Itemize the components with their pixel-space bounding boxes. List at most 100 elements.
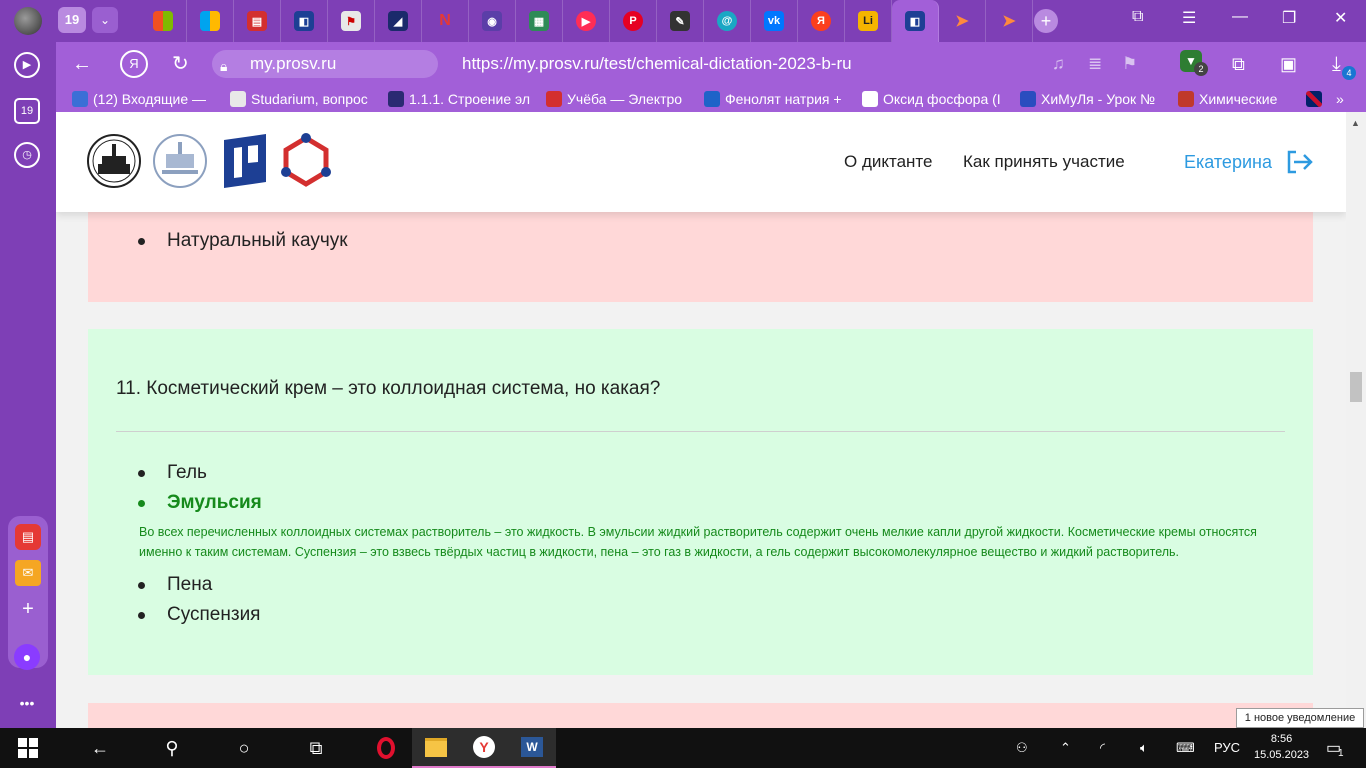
bookmark-item[interactable]: ХиМуЛя - Урок №	[1020, 90, 1162, 108]
tab-plane[interactable]: ➤	[939, 0, 986, 42]
extension-icon[interactable]: ▣	[1280, 52, 1297, 76]
scrollbar-thumb[interactable]	[1350, 372, 1362, 402]
bookmark-item[interactable]: Учёба — Электро	[546, 90, 690, 108]
wifi-icon[interactable]: ◜	[1100, 740, 1105, 756]
scroll-up-icon[interactable]: ▲	[1351, 118, 1360, 128]
download-icon[interactable]: ⤓	[1332, 52, 1341, 76]
explorer-icon[interactable]	[412, 728, 460, 768]
uk-flag-icon[interactable]	[1306, 90, 1324, 108]
nav-how-to-participate[interactable]: Как принять участие	[963, 152, 1125, 172]
search-icon[interactable]: ⚲	[148, 728, 196, 768]
bookmark-icon[interactable]: ⚑	[1122, 52, 1137, 76]
minimize-button[interactable]: —	[1232, 8, 1248, 26]
lesson-icon	[1020, 91, 1036, 107]
tab-prosv-active[interactable]: ◧	[892, 0, 939, 42]
answer-option: Суспензия	[167, 604, 261, 625]
lock-icon[interactable]: 🔒︎	[220, 54, 227, 78]
question-text: 11. Косметический крем – это коллоидная …	[116, 378, 661, 399]
chem-icon	[704, 91, 720, 107]
menu-icon[interactable]: ☰	[1182, 8, 1196, 28]
tab-vk[interactable]: vk	[751, 0, 798, 42]
history-icon[interactable]: ◷	[14, 142, 40, 168]
tab-swoosh[interactable]: ◢	[375, 0, 422, 42]
restore-button[interactable]: ❐	[1282, 8, 1296, 28]
user-name[interactable]: Екатерина	[1184, 152, 1272, 173]
opera-icon[interactable]	[362, 728, 410, 768]
tab-li[interactable]: Li	[845, 0, 892, 42]
alice-icon[interactable]: ●	[14, 644, 40, 670]
chemistry-faculty-logo	[153, 134, 207, 188]
input-language[interactable]: РУС	[1214, 740, 1240, 755]
reader-icon[interactable]: ≣	[1088, 52, 1102, 76]
keyboard-icon[interactable]: ⌨	[1176, 740, 1195, 756]
answer-option: Гель	[167, 462, 207, 483]
bookmark-item[interactable]: 1.1.1. Строение эл	[388, 90, 534, 108]
add-panel-icon[interactable]: +	[15, 596, 41, 622]
answer-option: Натуральный каучук	[167, 230, 348, 251]
tab-prosv[interactable]: ◧	[281, 0, 328, 42]
bookmarks-bar: (12) Входящие — Studarium, вопрос 1.1.1.…	[56, 86, 1366, 112]
tab-yandex[interactable]: Я	[798, 0, 845, 42]
taskbar-clock[interactable]: 8:56 15.05.2023	[1254, 731, 1309, 763]
volume-icon[interactable]: 🔈︎	[1140, 740, 1148, 756]
tab-globe[interactable]: ◉	[469, 0, 516, 42]
nav-about[interactable]: О диктанте	[844, 152, 932, 172]
mail-icon[interactable]: ✉	[15, 560, 41, 586]
reload-icon[interactable]: ↻	[172, 52, 189, 76]
more-bookmarks-icon[interactable]: »	[1336, 90, 1344, 108]
tab-microsoft-2[interactable]	[187, 0, 234, 42]
new-tab-button[interactable]: +	[1034, 9, 1058, 33]
more-icon[interactable]: •••	[14, 690, 40, 716]
logout-icon[interactable]	[1286, 150, 1314, 174]
tab-book[interactable]: ▦	[516, 0, 563, 42]
bookmark-item[interactable]: Фенолят натрия +	[704, 90, 850, 108]
bookmark-item[interactable]: Оксид фосфора (I	[862, 90, 1008, 108]
atom-icon	[388, 91, 404, 107]
tab-n[interactable]: N	[422, 0, 469, 42]
headphones-icon[interactable]: ♫	[1052, 52, 1065, 76]
notification-toast[interactable]: 1 новое уведомление	[1236, 708, 1364, 728]
mail-icon	[72, 91, 88, 107]
collections-icon[interactable]: ⧉	[1232, 52, 1245, 76]
site-host[interactable]: my.prosv.ru	[250, 54, 336, 74]
bullet	[138, 238, 145, 245]
tab-microsoft[interactable]	[140, 0, 187, 42]
people-icon[interactable]: ⚇	[1016, 740, 1028, 756]
bookmark-item[interactable]: (12) Входящие —	[72, 90, 212, 108]
word-icon[interactable]: W	[508, 728, 556, 768]
tab-swirl[interactable]: @	[704, 0, 751, 42]
cortana-icon[interactable]: ○	[220, 728, 268, 768]
task-view-icon[interactable]: ⧉	[292, 728, 340, 768]
chevron-up-icon[interactable]: ⌃	[1060, 740, 1071, 756]
bookmark-item[interactable]: Химические	[1178, 90, 1300, 108]
yandex-browser-icon[interactable]: Y	[460, 728, 508, 768]
play-icon[interactable]: ▶	[14, 52, 40, 78]
tab-count-button[interactable]: 19	[58, 7, 86, 33]
download-badge: 4	[1342, 66, 1356, 80]
chevron-down-icon[interactable]: ⌄	[92, 7, 118, 33]
browser-sidebar: ▶ 19 ◷ ▤ ✉ + ● •••	[0, 42, 56, 728]
tab-pinterest[interactable]: P	[610, 0, 657, 42]
tab-flag[interactable]: ⚑	[328, 0, 375, 42]
page-viewport: О диктанте Как принять участие Екатерина…	[56, 112, 1346, 728]
sidebar-tabs-badge[interactable]: 19	[14, 98, 40, 124]
back-icon[interactable]: ←	[72, 52, 92, 76]
shield-badge: 2	[1194, 62, 1208, 76]
bookmark-item[interactable]: Studarium, вопрос	[230, 90, 372, 108]
profile-avatar[interactable]	[14, 7, 42, 35]
tab-pen[interactable]: ✎	[657, 0, 704, 42]
tab-video[interactable]: ▶	[563, 0, 610, 42]
tab-document[interactable]: ▤	[234, 0, 281, 42]
url-field[interactable]: https://my.prosv.ru/test/chemical-dictat…	[462, 54, 852, 74]
close-button[interactable]: ✕	[1334, 8, 1347, 28]
page-scrollbar[interactable]: ▲	[1346, 112, 1366, 728]
tab-plane-2[interactable]: ➤	[986, 0, 1033, 42]
divider	[116, 431, 1285, 432]
tabs-overview-icon[interactable]: ⧉	[1132, 8, 1143, 26]
back-icon[interactable]: ←	[76, 728, 124, 768]
yandex-icon[interactable]: Я	[120, 50, 148, 78]
start-icon[interactable]	[4, 728, 52, 768]
bullet	[138, 500, 145, 507]
taskbar: ← ⚲ ○ ⧉ Y W ⚇ ⌃ ◜ 🔈︎ ⌨ РУС 8:56 15.05.20…	[0, 728, 1366, 768]
notes-icon[interactable]: ▤	[15, 524, 41, 550]
